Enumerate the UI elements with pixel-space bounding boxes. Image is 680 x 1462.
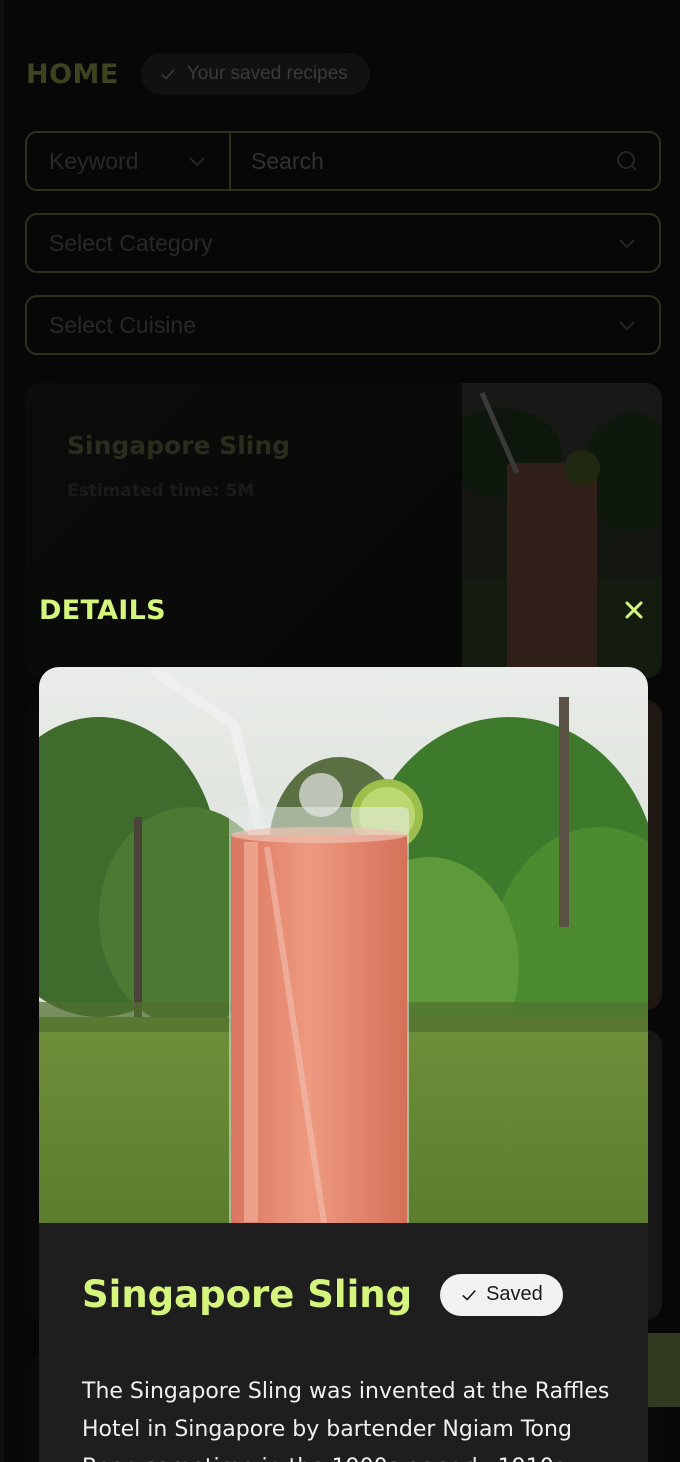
recipe-details-modal: Singapore Sling Saved The Singapore Slin… [39,667,648,1462]
recipe-description: The Singapore Sling was invented at the … [82,1379,610,1462]
saved-toggle-label: Saved [486,1283,543,1305]
recipe-title-row: Singapore Sling Saved [82,1273,563,1316]
close-button[interactable] [620,596,648,624]
check-icon [462,1289,476,1301]
recipe-details-body: Singapore Sling Saved The Singapore Slin… [39,1223,648,1462]
saved-toggle-button[interactable]: Saved [440,1273,563,1316]
recipe-title: Singapore Sling [82,1273,413,1316]
recipe-photo [39,667,648,1223]
details-heading: DETAILS [39,594,166,626]
details-header: DETAILS [39,590,648,630]
close-icon [625,601,643,619]
